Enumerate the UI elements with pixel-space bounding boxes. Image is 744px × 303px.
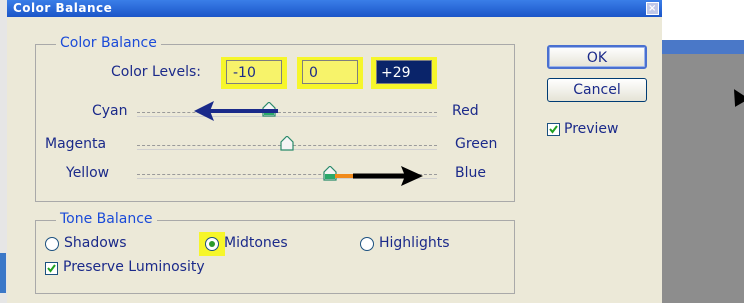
radio-selected-dot: [209, 241, 215, 247]
slider-right-label-green: Green: [455, 136, 498, 152]
cancel-button[interactable]: Cancel: [547, 78, 647, 102]
color-levels-label: Color Levels:: [111, 64, 201, 80]
slider-right-label-blue: Blue: [455, 165, 486, 181]
highlights-label: Highlights: [379, 235, 450, 251]
tone-balance-group-label: Tone Balance: [56, 211, 157, 227]
yellow-blue-level-value: +29: [381, 65, 411, 81]
cyan-red-slider-track[interactable]: [137, 112, 437, 117]
close-icon[interactable]: ×: [646, 2, 659, 15]
preserve-luminosity-label: Preserve Luminosity: [63, 259, 205, 275]
magenta-green-level-field[interactable]: 0: [302, 60, 358, 84]
title-bar[interactable]: Color Balance ×: [7, 0, 662, 17]
blue-arrow-annotation-icon: [194, 101, 278, 121]
color-balance-group-label: Color Balance: [56, 35, 161, 51]
magenta-green-slider-thumb[interactable]: [280, 136, 294, 151]
window-title: Color Balance: [13, 1, 113, 15]
preview-label: Preview: [564, 121, 619, 137]
slider-right-label-red: Red: [452, 103, 479, 119]
preview-checkbox[interactable]: [547, 123, 560, 136]
slider-left-label-yellow: Yellow: [66, 165, 110, 181]
background-page-marker: [0, 253, 6, 293]
black-arrow-annotation-icon: [335, 166, 423, 186]
background-app-top: [662, 0, 744, 40]
preserve-luminosity-checkbox[interactable]: [45, 262, 58, 275]
yellow-blue-level-field[interactable]: +29: [376, 60, 432, 84]
slider-left-label-magenta: Magenta: [45, 136, 107, 152]
background-app-band: [662, 40, 744, 54]
cyan-red-level-field[interactable]: -10: [226, 60, 282, 84]
tone-balance-group: Tone Balance: [35, 211, 515, 294]
highlights-radio[interactable]: [360, 237, 374, 251]
color-balance-dialog: Color Balance × Color Balance Color Leve…: [7, 0, 662, 303]
shadows-label: Shadows: [64, 235, 127, 251]
midtones-label: Midtones: [224, 235, 288, 251]
background-app-panel: [662, 0, 744, 303]
ok-button[interactable]: OK: [547, 45, 647, 69]
shadows-radio[interactable]: [45, 237, 59, 251]
midtones-radio[interactable]: [205, 237, 219, 251]
slider-left-label-cyan: Cyan: [92, 103, 128, 119]
